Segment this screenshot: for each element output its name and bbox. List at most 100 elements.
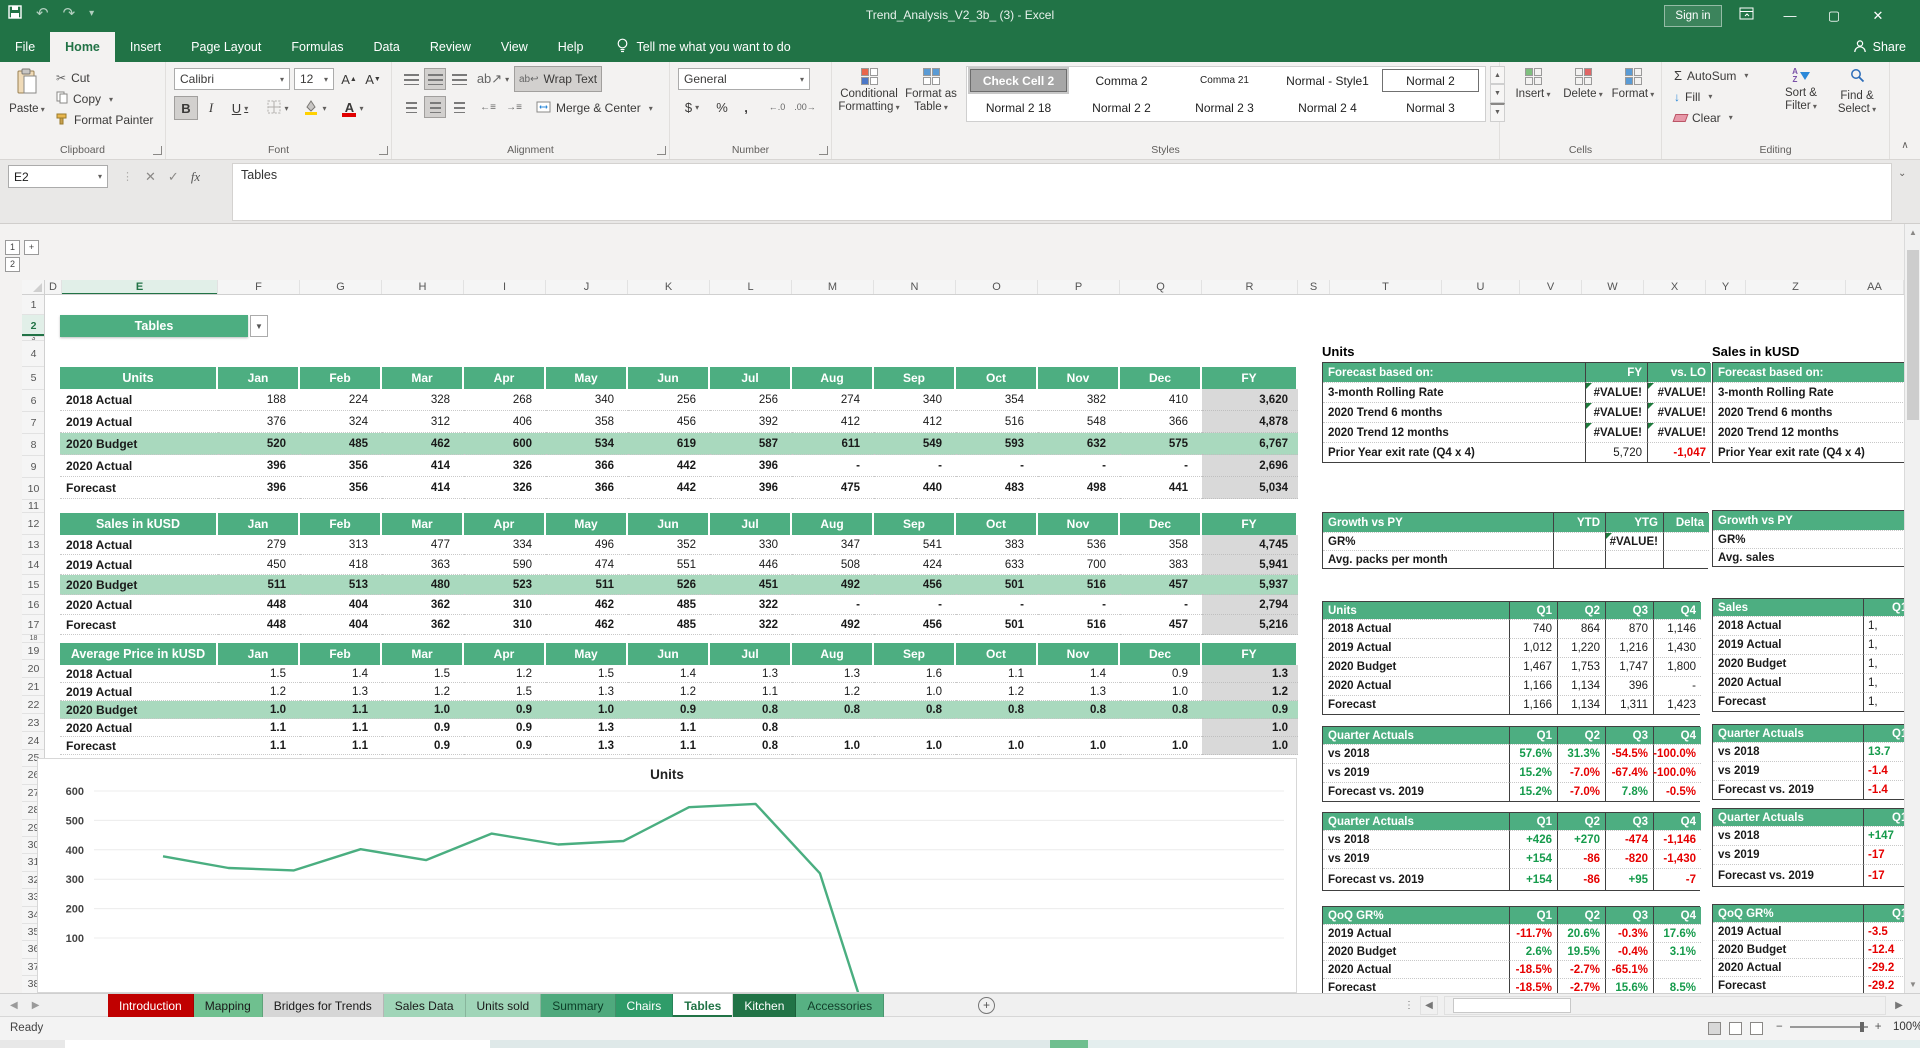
panel-cell[interactable]: -1,146 — [1653, 830, 1701, 849]
undo-icon[interactable]: ↶ — [36, 4, 49, 22]
panel-row-label[interactable]: Prior Year exit rate (Q4 x 4) — [1323, 442, 1585, 462]
cell[interactable]: 274 — [792, 389, 874, 411]
panel-row-label[interactable]: GR% — [1323, 532, 1553, 550]
menu-tab-data[interactable]: Data — [358, 32, 414, 62]
panel-cell[interactable]: 1,166 — [1509, 695, 1557, 714]
row-label[interactable]: Forecast — [60, 737, 218, 755]
cell[interactable]: 1.0 — [1120, 683, 1202, 701]
row-header-15[interactable]: 15 — [22, 575, 45, 595]
cell[interactable]: 313 — [300, 535, 382, 555]
cell[interactable]: 483 — [956, 477, 1038, 499]
orientation-button[interactable]: ab↗ — [478, 68, 508, 90]
panel-cell[interactable]: -100.0% — [1653, 763, 1701, 782]
panel-cell[interactable] — [1605, 550, 1663, 568]
cell[interactable]: 424 — [874, 555, 956, 575]
cell[interactable]: 347 — [792, 535, 874, 555]
row-header-19[interactable]: 19 — [22, 643, 45, 660]
panel-cell[interactable]: -2.7% — [1557, 960, 1605, 978]
column-header-E[interactable]: E — [62, 280, 218, 295]
column-header-M[interactable]: M — [792, 280, 874, 295]
sign-in-button[interactable]: Sign in — [1664, 5, 1722, 27]
cell[interactable]: 0.8 — [710, 701, 792, 719]
row-header-7[interactable]: 7 — [22, 412, 45, 434]
column-header-I[interactable]: I — [464, 280, 546, 295]
cell[interactable]: 0.9 — [464, 719, 546, 737]
cell[interactable]: 526 — [628, 575, 710, 595]
panel-cell[interactable]: -7.0% — [1557, 782, 1605, 801]
cell[interactable]: 590 — [464, 555, 546, 575]
paste-button[interactable]: Paste — [6, 64, 48, 116]
merge-center-button[interactable]: Merge & Center — [532, 96, 657, 120]
column-header-P[interactable]: P — [1038, 280, 1120, 295]
panel-cell[interactable]: 396 — [1605, 676, 1653, 695]
percent-button[interactable]: % — [710, 96, 734, 118]
row-header-6[interactable]: 6 — [22, 390, 45, 412]
cell[interactable]: 324 — [300, 411, 382, 433]
cell[interactable]: 536 — [1038, 535, 1120, 555]
column-header-Q[interactable]: Q — [1120, 280, 1202, 295]
decrease-indent-icon[interactable]: ←≡ — [476, 96, 500, 118]
number-dialog-launcher[interactable] — [819, 146, 828, 155]
row-label[interactable]: 2020 Budget — [60, 575, 218, 595]
sheet-tab-accessories[interactable]: Accessories — [796, 994, 884, 1017]
column-header-R[interactable]: R — [1202, 280, 1298, 295]
formula-input[interactable]: Tables — [232, 163, 1892, 221]
panel-cell[interactable]: 1, — [1863, 635, 1904, 654]
cell[interactable]: 322 — [710, 595, 792, 615]
row-header-4[interactable]: 4 — [22, 341, 45, 367]
cell[interactable]: 593 — [956, 433, 1038, 455]
panel-row-label[interactable]: GR% — [1713, 530, 1904, 548]
column-header-AA[interactable]: AA — [1846, 280, 1904, 295]
cell[interactable]: 462 — [546, 595, 628, 615]
row-header-8[interactable]: 8 — [22, 434, 45, 456]
fy-cell[interactable]: 4,745 — [1202, 535, 1298, 555]
menu-tab-insert[interactable]: Insert — [115, 32, 176, 62]
menu-tab-formulas[interactable]: Formulas — [276, 32, 358, 62]
cell[interactable]: 611 — [792, 433, 874, 455]
normal-view-icon[interactable] — [1708, 1022, 1721, 1035]
cell[interactable]: 334 — [464, 535, 546, 555]
cell[interactable]: - — [1120, 455, 1202, 477]
cell[interactable]: 1.4 — [300, 665, 382, 683]
panel-row-label[interactable]: Forecast vs. 2019 — [1323, 782, 1509, 801]
panel-cell[interactable]: 17.6% — [1653, 924, 1701, 942]
cell[interactable]: 516 — [1038, 575, 1120, 595]
row-header-10[interactable]: 10 — [22, 478, 45, 500]
fill-button[interactable]: ↓Fill — [1670, 87, 1716, 106]
cell[interactable]: 457 — [1120, 615, 1202, 635]
panel-cell[interactable]: #VALUE! — [1585, 422, 1647, 442]
cell[interactable]: 1.1 — [956, 665, 1038, 683]
panel-cell[interactable]: 1,800 — [1653, 657, 1701, 676]
name-box[interactable]: E2▾ — [8, 165, 108, 188]
collapse-ribbon-icon[interactable]: ∧ — [1896, 136, 1914, 154]
zoom-out-icon[interactable]: − — [1776, 1021, 1783, 1033]
panel-cell[interactable]: 3.1% — [1653, 942, 1701, 960]
panel-row-label[interactable]: Prior Year exit rate (Q4 x 4) — [1713, 442, 1904, 462]
clipboard-dialog-launcher[interactable] — [153, 146, 162, 155]
column-header-W[interactable]: W — [1582, 280, 1644, 295]
format-cells-button[interactable]: Format — [1610, 64, 1656, 101]
cell[interactable] — [1120, 719, 1202, 737]
cell[interactable]: 326 — [464, 455, 546, 477]
cell[interactable]: 587 — [710, 433, 792, 455]
cell[interactable]: 396 — [218, 455, 300, 477]
panel-cell[interactable]: +154 — [1509, 849, 1557, 868]
cell[interactable]: 279 — [218, 535, 300, 555]
tables-dropdown[interactable]: Tables — [60, 315, 248, 337]
cell[interactable]: 516 — [1038, 615, 1120, 635]
panel-cell[interactable]: 1,423 — [1653, 695, 1701, 714]
panel-cell[interactable]: 1, — [1863, 616, 1904, 635]
cell[interactable]: 508 — [792, 555, 874, 575]
cell[interactable]: 1.4 — [628, 665, 710, 683]
cell[interactable]: 442 — [628, 477, 710, 499]
cell[interactable]: 354 — [956, 389, 1038, 411]
increase-indent-icon[interactable]: →≡ — [502, 96, 526, 118]
panel-row-label[interactable]: vs 2018 — [1323, 830, 1509, 849]
cell[interactable]: 549 — [874, 433, 956, 455]
column-header-Z[interactable]: Z — [1746, 280, 1846, 295]
cell[interactable]: 456 — [628, 411, 710, 433]
panel-cell[interactable]: 1,134 — [1557, 695, 1605, 714]
cell[interactable]: 456 — [874, 615, 956, 635]
panel-cell[interactable]: 7.8% — [1605, 782, 1653, 801]
panel-cell[interactable]: 15.2% — [1509, 782, 1557, 801]
